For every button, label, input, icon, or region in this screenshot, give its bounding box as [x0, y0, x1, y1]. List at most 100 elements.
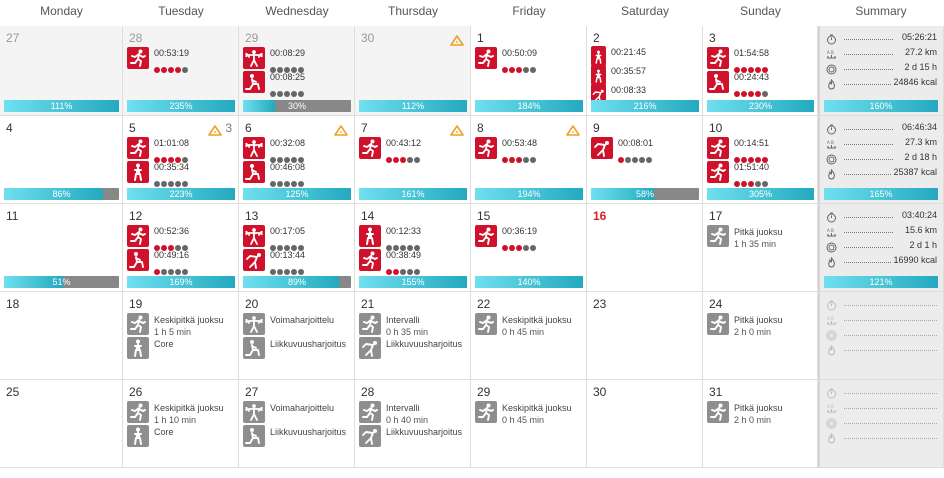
day-cell[interactable]: 14 00:12:33 00:38:49 155% [355, 204, 471, 292]
warning-icon[interactable] [450, 33, 464, 46]
intensity-dots [154, 174, 189, 187]
day-cell[interactable]: 26 Keskipitkä juoksu 1 h 10 min Core [123, 380, 239, 468]
leader-dots [844, 54, 893, 55]
workout-entry[interactable]: 00:46:08 [243, 161, 351, 187]
run-icon [475, 401, 497, 423]
workout-entry[interactable]: 00:32:08 [243, 137, 351, 163]
workout-entry[interactable]: 00:52:36 [127, 225, 235, 251]
planned-workout[interactable]: Liikkuvuusharjoitus [243, 425, 351, 449]
workout-entry[interactable]: 00:08:25 [243, 71, 351, 97]
planned-workout[interactable]: Core [127, 425, 235, 449]
run-icon [707, 161, 729, 183]
day-cell[interactable]: 1 00:50:09 184% [471, 26, 587, 116]
workout-entry[interactable]: 00:53:19 [127, 47, 235, 73]
day-cell[interactable]: 22 Keskipitkä juoksu 0 h 45 min [471, 292, 587, 380]
workout-entry[interactable]: 00:38:49 [359, 249, 467, 275]
day-cell[interactable]: 19 Keskipitkä juoksu 1 h 5 min Core [123, 292, 239, 380]
planned-workout[interactable]: Pitkä juoksu 2 h 0 min [707, 313, 814, 337]
day-cell[interactable]: 29 Keskipitkä juoksu 0 h 45 min [471, 380, 587, 468]
day-cell[interactable]: 2 00:21:45 00:35:57 00:08:33 216% [587, 26, 703, 116]
day-cell[interactable]: 28 Intervalli 0 h 40 min Liikkuvuusharjoitu… [355, 380, 471, 468]
day-cell[interactable]: 27 111% [0, 26, 123, 116]
workout-entry[interactable]: 00:24:43 [707, 71, 814, 97]
day-number: 11 [6, 209, 19, 223]
workout-entry[interactable]: 00:53:48 [475, 137, 583, 163]
day-cell[interactable]: 7 00:43:12 161% [355, 116, 471, 204]
day-cell[interactable]: 23 [587, 292, 703, 380]
workout-entry[interactable]: 00:35:34 [127, 161, 235, 187]
planned-workout[interactable]: Liikkuvuusharjoitus [243, 337, 351, 361]
day-cell[interactable]: 13 00:17:05 00:13:44 89% [239, 204, 355, 292]
intensity-dot [509, 157, 515, 163]
warning-icon[interactable] [208, 123, 222, 136]
day-number: 8 [477, 121, 484, 135]
day-cell[interactable]: 5 3 01:01:08 00:35:34 223% [123, 116, 239, 204]
planned-workout[interactable]: Keskipitkä juoksu 0 h 45 min [475, 401, 583, 425]
planned-workout[interactable]: Voimaharjoittelu [243, 313, 351, 337]
workout-entry[interactable]: 01:51:40 [707, 161, 814, 187]
workout-entry[interactable]: 00:14:51 [707, 137, 814, 163]
planned-workout[interactable]: Pitkä juoksu 2 h 0 min [707, 401, 814, 425]
day-cell[interactable]: 28 00:53:19 235% [123, 26, 239, 116]
day-cell[interactable]: 17 Pitkä juoksu 1 h 35 min [703, 204, 818, 292]
workout-entry[interactable]: 00:36:19 [475, 225, 583, 251]
day-cell[interactable]: 15 00:36:19 140% [471, 204, 587, 292]
intensity-dots [154, 238, 189, 251]
planned-workout[interactable]: Keskipitkä juoksu 1 h 10 min [127, 401, 235, 425]
summary-duration: 06:46:34 [826, 121, 937, 135]
workout-entry[interactable]: 00:43:12 [359, 137, 467, 163]
planned-workout[interactable]: Liikkuvuusharjoitus [359, 337, 467, 361]
load-bar: 155% [359, 276, 467, 288]
day-cell[interactable]: 8 00:53:48 194% [471, 116, 587, 204]
workout-entry[interactable]: 00:08:29 [243, 47, 351, 73]
workout-entry[interactable]: 00:12:33 [359, 225, 467, 251]
workout-entry[interactable]: 00:49:16 [127, 249, 235, 275]
warning-icon[interactable] [334, 123, 348, 136]
planned-workout[interactable]: Voimaharjoittelu [243, 401, 351, 425]
planned-workout[interactable]: Keskipitkä juoksu 0 h 45 min [475, 313, 583, 337]
summary-calories-value: 16990 kcal [891, 255, 937, 265]
load-bar: 230% [707, 100, 814, 112]
day-cell[interactable]: 20 Voimaharjoittelu Liikkuvuusharjoitus [239, 292, 355, 380]
workout-entry[interactable]: 01:54:58 [707, 47, 814, 73]
workout-entry[interactable]: 00:50:09 [475, 47, 583, 73]
workout-entry[interactable]: 00:13:44 [243, 249, 351, 275]
planned-workout[interactable]: Intervalli 0 h 40 min [359, 401, 467, 425]
day-cell[interactable]: 27 Voimaharjoittelu Liikkuvuusharjoitus [239, 380, 355, 468]
planned-workout[interactable]: Pitkä juoksu 1 h 35 min [707, 225, 814, 249]
day-cell[interactable]: 11 51% [0, 204, 123, 292]
day-cell[interactable]: 12 00:52:36 00:49:16 169% [123, 204, 239, 292]
day-cell[interactable]: 21 Intervalli 0 h 35 min Liikkuvuusharjoitu… [355, 292, 471, 380]
workout-entry[interactable]: 00:08:01 [591, 137, 699, 163]
planned-workout[interactable]: Intervalli 0 h 35 min [359, 313, 467, 337]
planned-workout[interactable]: Core [127, 337, 235, 361]
day-cell[interactable]: 18 [0, 292, 123, 380]
day-cell[interactable]: 10 00:14:51 01:51:40 305% [703, 116, 818, 204]
day-cell[interactable]: 29 00:08:29 00:08:25 30% [239, 26, 355, 116]
intensity-dots [734, 60, 769, 73]
intensity-dot [291, 269, 297, 275]
day-cell[interactable]: 4 86% [0, 116, 123, 204]
day-cell[interactable]: 31 Pitkä juoksu 2 h 0 min [703, 380, 818, 468]
warning-icon[interactable] [566, 123, 580, 136]
planned-workout-name: Liikkuvuusharjoitus [270, 427, 347, 437]
planned-workout[interactable]: Keskipitkä juoksu 1 h 5 min [127, 313, 235, 337]
workout-entry[interactable]: 01:01:08 [127, 137, 235, 163]
planned-workout[interactable]: Liikkuvuusharjoitus [359, 425, 467, 449]
intensity-dot [530, 245, 536, 251]
day-cell[interactable]: 30 [587, 380, 703, 468]
workout-entry[interactable]: 00:17:05 [243, 225, 351, 251]
day-cell[interactable]: 16 [587, 204, 703, 292]
day-cell[interactable]: 30 112% [355, 26, 471, 116]
summary-calories: 25387 kcal [826, 166, 937, 180]
day-cell[interactable]: 9 00:08:01 58% [587, 116, 703, 204]
day-cell[interactable]: 6 00:32:08 00:46:08 125% [239, 116, 355, 204]
day-cell[interactable]: 25 [0, 380, 123, 468]
warning-icon[interactable] [450, 123, 464, 136]
day-cell[interactable]: 24 Pitkä juoksu 2 h 0 min [703, 292, 818, 380]
intensity-dots [734, 84, 769, 97]
day-cell[interactable]: 3 01:54:58 00:24:43 230% [703, 26, 818, 116]
workout-duration: 00:52:36 [154, 226, 190, 236]
intensity-dot [516, 157, 522, 163]
load-bar-label: 160% [869, 101, 893, 111]
